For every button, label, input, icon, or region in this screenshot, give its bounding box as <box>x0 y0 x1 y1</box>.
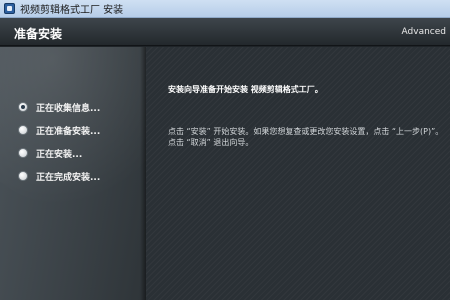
step-label: 正在准备安装... <box>36 126 101 137</box>
step-item-finish: 正在完成安装... <box>18 170 101 183</box>
step-item-install: 正在安装... <box>18 147 83 160</box>
page-title: 准备安装 <box>14 27 63 41</box>
radio-icon <box>18 171 28 181</box>
step-item-prepare: 正在准备安装... <box>18 124 101 137</box>
installer-app-icon[interactable] <box>4 3 15 14</box>
intro-text: 安装向导准备开始安装 视频剪辑格式工厂。 <box>168 85 323 94</box>
radio-icon <box>18 125 28 135</box>
advanced-link[interactable]: Advanced <box>402 27 446 37</box>
window-title: 视频剪辑格式工厂 安装 <box>20 5 124 16</box>
radio-icon <box>18 102 28 112</box>
step-label: 正在完成安装... <box>36 172 101 183</box>
content-pane: 安装向导准备开始安装 视频剪辑格式工厂。 点击 “安装” 开始安装。如果您想复查… <box>146 47 450 300</box>
step-label: 正在安装... <box>36 149 83 160</box>
step-label: 正在收集信息... <box>36 103 101 114</box>
step-item-collect: 正在收集信息... <box>18 101 101 114</box>
installer-window: 视频剪辑格式工厂 安装 准备安装 Advanced 正在收集信息... 正在准备… <box>0 0 450 300</box>
header-strip: 准备安装 Advanced <box>0 18 450 46</box>
instructions-text: 点击 “安装” 开始安装。如果您想复查或更改您安装设置，点击 “上一步(P)”。… <box>168 127 444 147</box>
title-bar[interactable]: 视频剪辑格式工厂 安装 <box>0 0 450 18</box>
step-panel: 正在收集信息... 正在准备安装... 正在安装... 正在完成安装... <box>0 47 146 300</box>
radio-icon <box>18 148 28 158</box>
